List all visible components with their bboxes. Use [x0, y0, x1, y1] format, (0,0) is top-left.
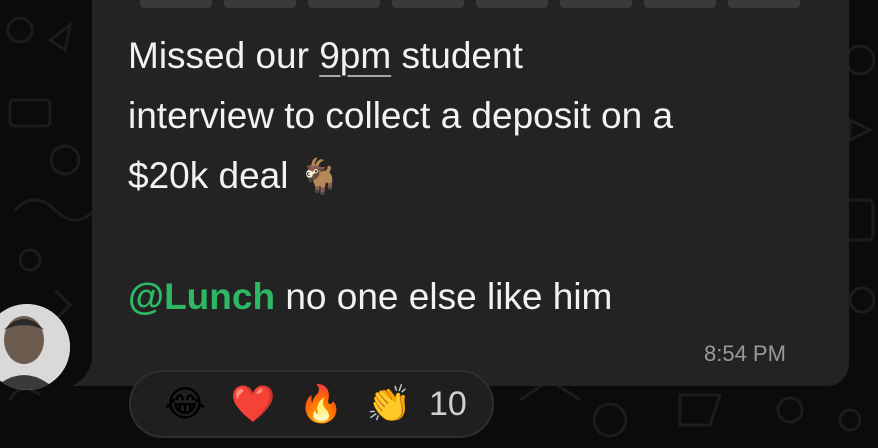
reaction-laughing-emoji[interactable]: 😂 [151, 370, 219, 438]
user-mention[interactable]: @Lunch [128, 276, 275, 317]
reaction-count: 10 [429, 384, 467, 423]
message-text-part: student [391, 35, 523, 76]
time-link[interactable]: 9pm [319, 35, 391, 76]
goat-emoji: 🐐 [298, 158, 342, 196]
previous-chip [560, 0, 632, 8]
bubble-tail [72, 352, 112, 386]
message-text-part: Missed our [128, 35, 320, 76]
message-text-part: $20k deal [128, 155, 289, 196]
reaction-fire-emoji[interactable]: 🔥 [287, 370, 355, 438]
previous-content-strip [140, 0, 800, 8]
message-timestamp: 8:54 PM [704, 341, 786, 366]
previous-chip [392, 0, 464, 8]
previous-chip [644, 0, 716, 8]
previous-chip [476, 0, 548, 8]
reaction-clap-emoji[interactable]: 👏 [355, 370, 423, 438]
message-line-5: @Lunch no one else like him [128, 267, 828, 327]
previous-chip [308, 0, 380, 8]
message-line-2: interview to collect a deposit on a [128, 95, 674, 136]
message-text-part: no one else like him [275, 276, 613, 317]
message-line-3: $20k deal 🐐 [128, 146, 828, 207]
message-text: Missed our 9pm student interview to coll… [128, 26, 828, 327]
message-line-1: Missed our 9pm student [128, 26, 828, 86]
previous-chip [728, 0, 800, 8]
reaction-heart-emoji[interactable]: ❤️ [219, 370, 287, 438]
reactions-bar[interactable]: 😂 ❤️ 🔥 👏 10 [129, 370, 494, 438]
previous-chip [224, 0, 296, 8]
previous-chip [140, 0, 212, 8]
